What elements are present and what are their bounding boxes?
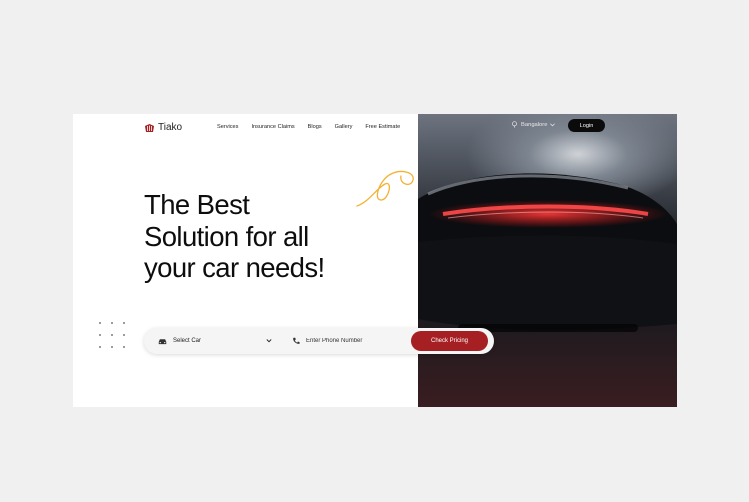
location-selector[interactable]: Bangalore: [511, 121, 556, 128]
nav-item-gallery[interactable]: Gallery: [335, 124, 353, 130]
location-label: Bangalore: [521, 121, 548, 128]
tiako-logo-icon: [145, 123, 154, 132]
hero-line-1: The Best: [144, 189, 250, 220]
car-select-value: Select Car: [173, 338, 202, 344]
chevron-down-icon: [550, 122, 556, 126]
hero-heading: The Best Solution for all your car needs…: [144, 189, 325, 284]
decorative-squiggle: [356, 170, 414, 207]
phone-icon: [293, 337, 300, 344]
landing-page: Tiako Services Insurance Claims Blogs Ga…: [73, 114, 677, 407]
location-pin-icon: [512, 121, 517, 128]
nav-item-free-estimate[interactable]: Free Estimate: [365, 124, 400, 130]
login-button[interactable]: Login: [568, 119, 605, 132]
decorative-dot-grid: [99, 322, 125, 348]
nav-item-insurance-claims[interactable]: Insurance Claims: [251, 124, 294, 130]
hero-car-image: [418, 114, 677, 407]
hero-line-2: Solution for all: [144, 220, 309, 252]
phone-field[interactable]: [292, 328, 396, 354]
pricing-search-bar: Select Car Check Pricing: [144, 328, 494, 354]
car-icon: [158, 338, 167, 344]
car-select-chevron-icon[interactable]: [266, 336, 272, 346]
check-pricing-button[interactable]: Check Pricing: [411, 331, 488, 351]
brand-name: Tiako: [158, 122, 183, 133]
car-illustration: [418, 173, 677, 407]
car-select[interactable]: Select Car: [158, 328, 201, 354]
hero-line-3: your car needs!: [144, 252, 325, 283]
main-nav: Services Insurance Claims Blogs Gallery …: [217, 124, 400, 130]
nav-item-services[interactable]: Services: [217, 124, 238, 130]
nav-item-blogs[interactable]: Blogs: [308, 124, 322, 130]
phone-number-input[interactable]: [306, 338, 396, 344]
brand-logo[interactable]: Tiako: [144, 122, 182, 133]
